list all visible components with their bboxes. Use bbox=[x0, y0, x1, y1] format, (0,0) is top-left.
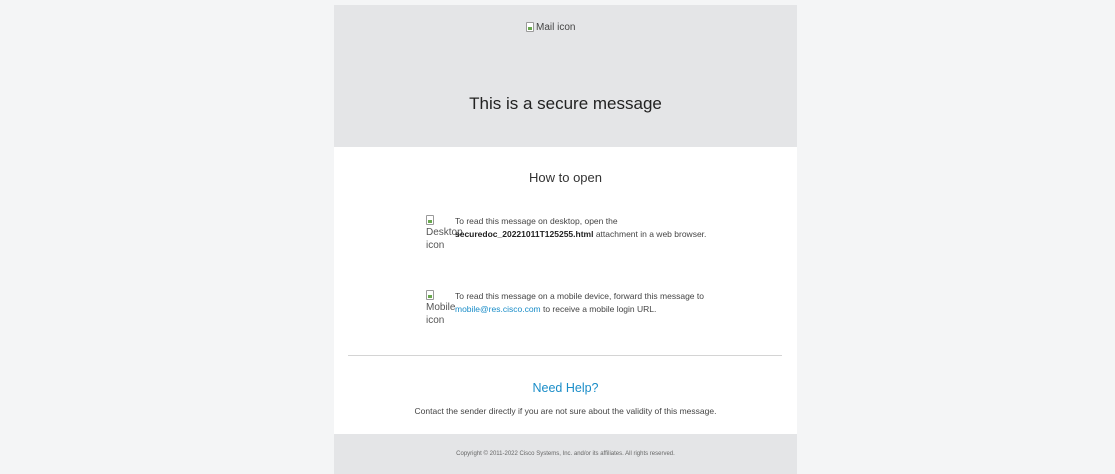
secure-message-card: Mail icon This is a secure message How t… bbox=[334, 5, 797, 474]
copyright-text: Copyright © 2011-2022 Cisco Systems, Inc… bbox=[456, 451, 675, 457]
desktop-icon-alt-line2: icon bbox=[426, 240, 445, 251]
header-banner: Mail icon This is a secure message bbox=[334, 5, 797, 147]
broken-image-icon bbox=[526, 22, 534, 32]
mobile-icon-alt-line2: icon bbox=[426, 315, 445, 326]
mail-icon: Mail icon bbox=[526, 22, 575, 33]
divider bbox=[348, 355, 782, 356]
desktop-text-before: To read this message on desktop, open th… bbox=[455, 216, 618, 226]
desktop-text-after: attachment in a web browser. bbox=[593, 228, 707, 239]
need-help-heading: Need Help? bbox=[532, 381, 599, 395]
desktop-instruction-text: To read this message on desktop, open th… bbox=[455, 215, 725, 240]
mobile-instruction-text: To read this message on a mobile device,… bbox=[455, 290, 725, 315]
page: Mail icon This is a secure message How t… bbox=[0, 0, 1115, 474]
mobile-text-before: To read this message on a mobile device,… bbox=[455, 291, 704, 301]
broken-image-icon bbox=[426, 290, 434, 300]
mobile-text-after: to receive a mobile login URL. bbox=[540, 303, 657, 314]
page-title: This is a secure message bbox=[469, 94, 662, 113]
mail-icon-alt-text: Mail icon bbox=[536, 22, 576, 33]
mobile-email-link[interactable]: mobile@res.cisco.com bbox=[455, 304, 541, 314]
attachment-name: securedoc_20221011T125255.html bbox=[455, 228, 594, 239]
how-to-open-heading: How to open bbox=[529, 170, 602, 185]
broken-image-icon bbox=[426, 215, 434, 225]
contact-sender-text: Contact the sender directly if you are n… bbox=[414, 406, 717, 416]
footer: Copyright © 2011-2022 Cisco Systems, Inc… bbox=[334, 434, 797, 474]
